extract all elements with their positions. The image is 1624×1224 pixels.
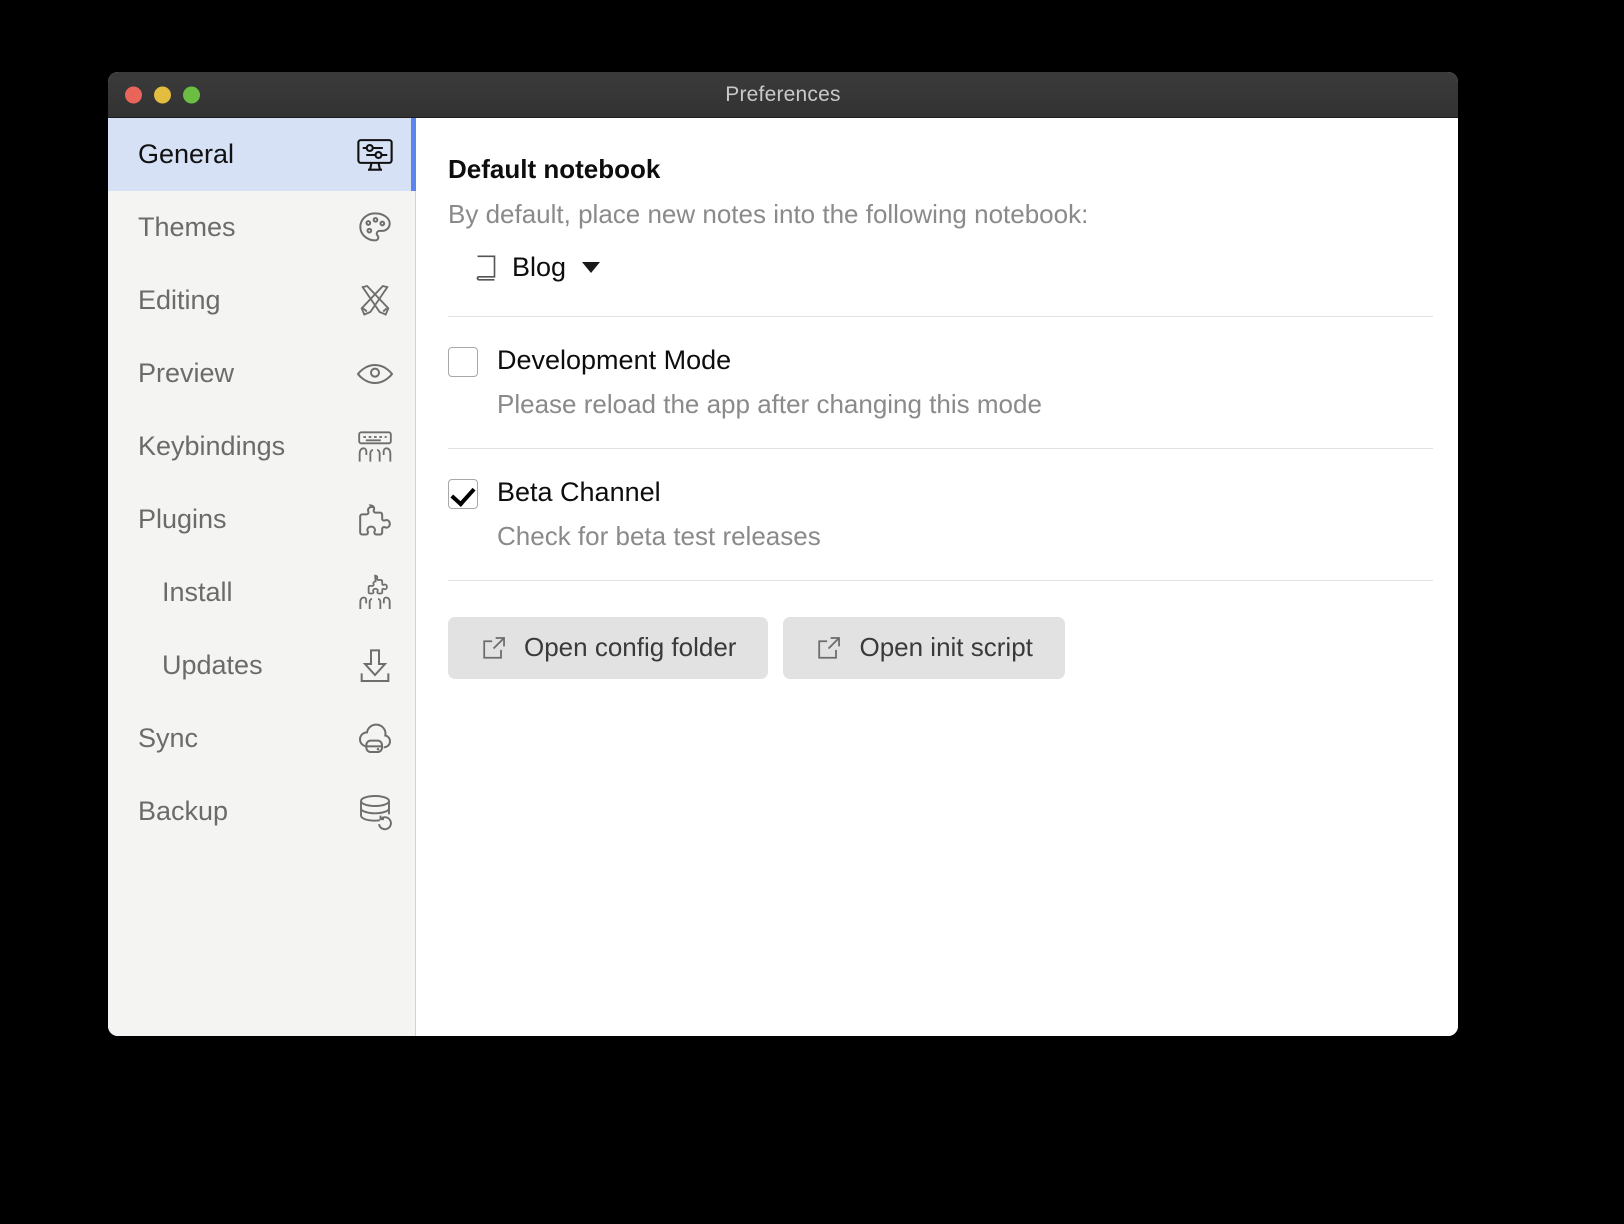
external-link-icon [480,634,508,662]
sidebar-item-label: Backup [138,796,229,826]
sidebar-item-install[interactable]: Install [108,556,415,629]
sidebar-item-label: Themes [138,212,236,242]
action-button-row: Open config folder Open init script [448,616,1433,679]
traffic-light-group [125,86,200,103]
sidebar-item-label: General [138,139,235,169]
setting-texts: Beta Channel Check for beta test release… [497,477,821,552]
preferences-window: Preferences General Themes Editing Previ… [108,72,1458,1036]
close-window-button[interactable] [125,86,142,103]
setting-description: Check for beta test releases [497,520,821,551]
sidebar-item-label: Install [162,577,233,607]
button-label: Open config folder [524,632,737,663]
sidebar-item-general[interactable]: General [108,118,416,191]
puzzle-hands-icon [353,571,397,615]
database-refresh-icon [353,790,397,834]
setting-texts: Development Mode Please reload the app a… [497,345,1042,420]
sidebar-item-label: Sync [138,723,199,753]
sidebar-item-label: Updates [162,650,263,680]
sidebar-item-label: Keybindings [138,431,286,461]
window-body: General Themes Editing Preview Keybindin… [108,118,1458,1036]
setting-description: Please reload the app after changing thi… [497,388,1042,419]
divider [448,447,1433,449]
palette-icon [353,206,397,250]
development-mode-checkbox[interactable] [448,346,478,377]
book-icon [472,253,500,283]
setting-beta-channel[interactable]: Beta Channel Check for beta test release… [448,477,1433,552]
minimize-window-button[interactable] [154,86,171,103]
window-titlebar: Preferences [108,72,1458,118]
button-label: Open init script [859,632,1033,663]
divider [448,315,1433,317]
setting-label: Beta Channel [497,476,661,507]
open-init-script-button[interactable]: Open init script [783,616,1065,679]
sidebar-item-label: Editing [138,285,221,315]
sidebar-item-plugins[interactable]: Plugins [108,483,415,556]
maximize-window-button[interactable] [183,86,200,103]
open-config-folder-button[interactable]: Open config folder [448,616,769,679]
section-description: By default, place new notes into the fol… [448,199,1089,229]
sidebar-item-backup[interactable]: Backup [108,775,415,848]
keyboard-hands-icon [353,425,397,469]
sidebar-item-themes[interactable]: Themes [108,191,415,264]
sidebar-item-label: Plugins [138,504,227,534]
external-link-icon [815,634,843,662]
sidebar-item-updates[interactable]: Updates [108,629,415,702]
sidebar-item-editing[interactable]: Editing [108,264,415,337]
page-title: Default notebook [448,154,661,184]
sidebar-item-label: Preview [138,358,235,388]
sidebar-item-preview[interactable]: Preview [108,337,415,410]
preferences-sidebar: General Themes Editing Preview Keybindin… [108,118,416,1036]
chevron-down-icon [582,262,601,273]
setting-label: Development Mode [497,344,732,375]
setting-development-mode[interactable]: Development Mode Please reload the app a… [448,345,1433,420]
divider [448,579,1433,581]
beta-channel-checkbox[interactable] [448,478,478,509]
default-notebook-dropdown[interactable]: Blog [472,252,601,283]
cloud-sync-icon [353,717,397,761]
preferences-content: Default notebook By default, place new n… [416,118,1458,1036]
monitor-sliders-icon [353,133,397,177]
sidebar-item-keybindings[interactable]: Keybindings [108,410,415,483]
puzzle-piece-icon [353,498,397,542]
download-icon [353,644,397,688]
crossed-pens-icon [353,279,397,323]
default-notebook-value: Blog [512,252,567,282]
eye-icon [353,352,397,396]
window-title: Preferences [725,82,841,106]
sidebar-item-sync[interactable]: Sync [108,702,415,775]
